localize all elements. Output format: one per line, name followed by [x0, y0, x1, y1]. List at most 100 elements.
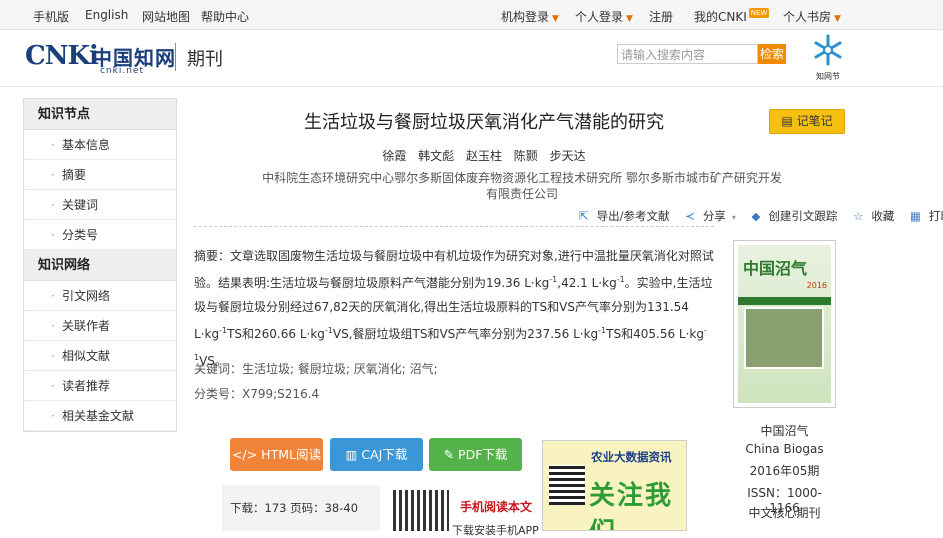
qr-code-icon: [549, 465, 585, 505]
sidebar-item-keywords[interactable]: 关键词: [24, 190, 176, 220]
logo-url: cnki.net: [100, 66, 144, 76]
sidebar-item-similar-docs[interactable]: 相似文献: [24, 341, 176, 371]
superscript: -1: [219, 326, 228, 335]
english-link[interactable]: English: [85, 8, 128, 22]
ad-line-1: 农业大数据资讯: [591, 450, 672, 464]
help-link[interactable]: 帮助中心: [201, 8, 249, 25]
abstract-part: TS和405.56 L·kg: [606, 327, 704, 341]
mobile-read-title[interactable]: 手机阅读本文: [460, 498, 532, 515]
sidebar-item-reader-recommend[interactable]: 读者推荐: [24, 371, 176, 401]
take-note-button[interactable]: ▤ 记笔记: [769, 109, 845, 134]
citation-alert-label: 创建引文跟踪: [768, 209, 838, 223]
journal-cover[interactable]: 中国沼气 2016: [733, 240, 836, 408]
pdf-download-button[interactable]: ✎ PDF下载: [429, 438, 522, 471]
logo-divider: [175, 43, 176, 71]
sidebar-item-related-funds[interactable]: 相关基金文献: [24, 401, 176, 431]
book-icon: ▥: [345, 447, 362, 462]
bookroom-label: 个人书房: [783, 10, 832, 24]
search-button[interactable]: 检索: [758, 44, 786, 64]
citation-alert-button[interactable]: ◆ 创建引文跟踪: [745, 209, 837, 223]
my-cnki-link[interactable]: 我的CNKI NEW: [694, 8, 770, 25]
journal-name-cn[interactable]: 中国沼气: [733, 422, 836, 439]
article-toolbar: ⇱ 导出/参考文献 ≺ 分享 ▾ ◆ 创建引文跟踪 ☆ 收藏 ▦ 打印: [567, 208, 943, 224]
chevron-down-icon: ▼: [834, 14, 841, 24]
sidebar-item-citation-network[interactable]: 引文网络: [24, 281, 176, 311]
export-button[interactable]: ⇱ 导出/参考文献: [573, 209, 670, 223]
snowflake-icon: [814, 34, 842, 66]
my-cnki-label: 我的CNKI: [694, 10, 747, 24]
register-link[interactable]: 注册: [649, 8, 673, 25]
journal-core: 中文核心期刊: [748, 506, 821, 520]
caj-download-label: CAJ下载: [361, 447, 408, 462]
cover-year: 2016: [806, 281, 827, 290]
org-login-menu[interactable]: 机构登录 ▼: [501, 8, 559, 25]
sidebar-group-knowledge-network: 知识网络: [24, 250, 176, 281]
cover-title: 中国沼气: [743, 259, 808, 278]
abstract-label: 摘要：: [194, 249, 231, 263]
favorite-label: 收藏: [871, 209, 895, 223]
sitemap-link[interactable]: 网站地图: [142, 8, 190, 25]
abstract-part: ,42.1 L·kg: [557, 276, 617, 290]
export-icon: ⇱: [579, 209, 589, 223]
personal-login-menu[interactable]: 个人登录 ▼: [575, 8, 633, 25]
zhiwangjie-link[interactable]: 知网节: [810, 33, 846, 83]
ad-line-2: 关注我们: [589, 481, 674, 530]
section-title: 期刊: [187, 49, 223, 70]
keywords-links[interactable]: 生活垃圾; 餐厨垃圾; 厌氧消化; 沼气;: [242, 362, 438, 376]
pdf-download-label: PDF下载: [458, 447, 508, 462]
sidebar-item-related-authors[interactable]: 关联作者: [24, 311, 176, 341]
keywords-row: 关键词：生活垃圾; 餐厨垃圾; 厌氧消化; 沼气;: [194, 360, 438, 377]
site-header: CNKi 中国知网 cnki.net 期刊 请输入搜索内容 检索 知网节: [0, 31, 943, 87]
keywords-label: 关键词：: [194, 362, 243, 376]
author-list[interactable]: 徐霞 韩文彪 赵玉柱 陈颢 步天达: [194, 147, 774, 164]
chevron-down-icon: ▼: [552, 14, 559, 24]
knowledge-sidebar: 知识节点 基本信息 摘要 关键词 分类号 知识网络 引文网络 关联作者 相似文献…: [23, 98, 177, 432]
print-button[interactable]: ▦ 打印: [904, 209, 943, 223]
article-title: 生活垃圾与餐厨垃圾厌氧消化产气潜能的研究: [304, 112, 664, 133]
toolbar-divider: [194, 226, 714, 227]
superscript: -1: [598, 326, 607, 335]
superscript: -1: [616, 275, 625, 284]
journal-issue[interactable]: 2016年05期: [733, 462, 836, 479]
cover-image: 中国沼气 2016: [738, 245, 831, 403]
organization-list[interactable]: 中科院生态环境研究中心鄂尔多斯固体废弃物资源化工程技术研究所 鄂尔多斯市城市矿产…: [262, 170, 782, 202]
pdf-icon: ✎: [443, 447, 459, 462]
html-read-button[interactable]: </> HTML阅读: [230, 438, 323, 471]
classification-row: 分类号：X799;S216.4: [194, 385, 319, 402]
sidebar-group-knowledge-node: 知识节点: [24, 99, 176, 130]
sidebar-item-basic-info[interactable]: 基本信息: [24, 130, 176, 160]
personal-login-label: 个人登录: [575, 10, 624, 24]
org-login-label: 机构登录: [501, 10, 550, 24]
download-stats: 下载：173 页码：38-40: [222, 485, 380, 531]
classification-value: X799;S216.4: [242, 387, 320, 401]
bell-icon: ◆: [751, 209, 761, 223]
cover-band: [738, 297, 831, 305]
new-badge: NEW: [748, 8, 770, 18]
logo-main: CNKi: [25, 41, 99, 71]
top-bar: 手机版 English 网站地图 帮助中心 机构登录 ▼ 个人登录 ▼ 注册 我的C…: [0, 0, 943, 30]
note-label: 记笔记: [796, 114, 833, 128]
bookroom-menu[interactable]: 个人书房 ▼: [783, 8, 841, 25]
sidebar-item-abstract[interactable]: 摘要: [24, 160, 176, 190]
search-input[interactable]: 请输入搜索内容: [617, 44, 758, 64]
abstract-part: TS和260.66 L·kg: [227, 327, 325, 341]
qr-code-icon: [393, 490, 449, 531]
abstract-part: VS,餐厨垃圾组TS和VS产气率分别为237.56 L·kg: [332, 327, 599, 341]
note-icon: ▤: [781, 114, 797, 128]
printer-icon: ▦: [909, 209, 921, 223]
favorite-button[interactable]: ☆ 收藏: [847, 209, 894, 223]
advertisement-banner[interactable]: 农业大数据资讯 关注我们: [542, 440, 687, 531]
star-icon: ☆: [853, 209, 864, 223]
mobile-link[interactable]: 手机版: [33, 8, 69, 25]
share-button[interactable]: ≺ 分享 ▾: [679, 209, 736, 223]
abstract-text: 摘要：文章选取固废物生活垃圾与餐厨垃圾中有机垃圾作为研究对象,进行中温批量厌氧消…: [194, 244, 716, 373]
journal-name-en: China Biogas: [745, 442, 824, 456]
classification-label: 分类号：: [194, 387, 243, 401]
brand-caption: 知网节: [816, 72, 840, 81]
print-label: 打印: [928, 209, 943, 223]
share-label: 分享: [702, 209, 726, 223]
caj-download-button[interactable]: ▥ CAJ下载: [330, 438, 423, 471]
sidebar-item-classification[interactable]: 分类号: [24, 220, 176, 250]
cover-photo: [744, 307, 824, 369]
superscript: -1: [324, 326, 333, 335]
